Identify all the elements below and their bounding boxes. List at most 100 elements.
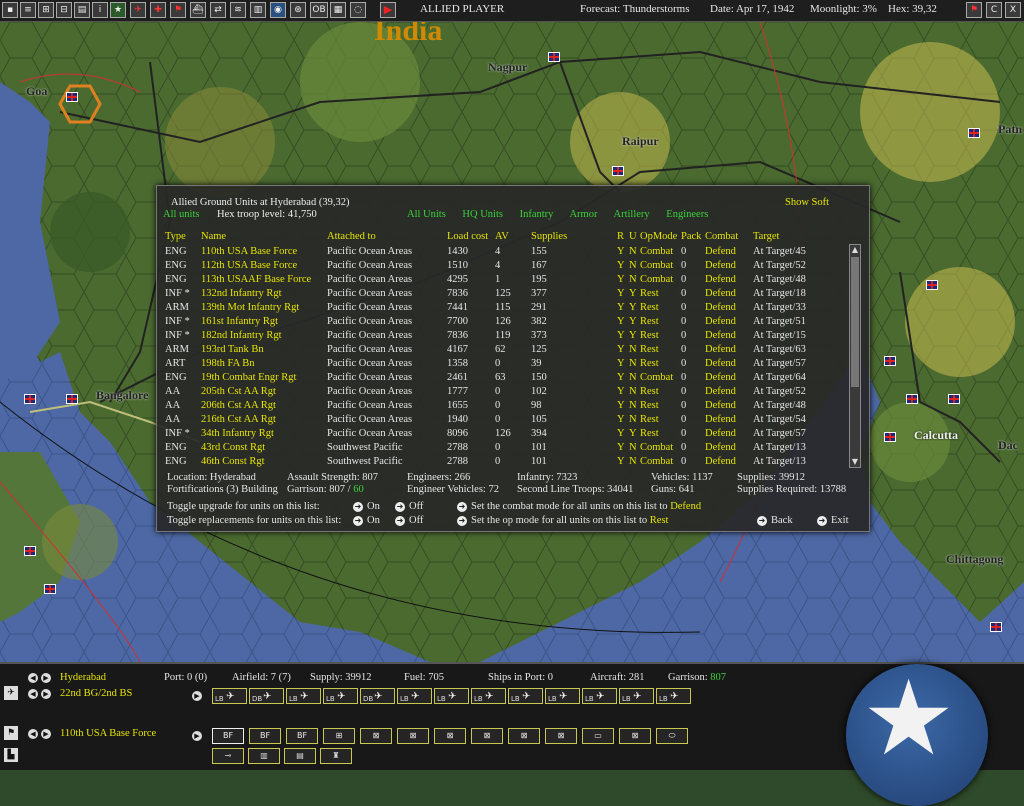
cell-name[interactable]: 216th Cst AA Rgt <box>201 414 276 425</box>
unit-type-slot-icon[interactable]: ⊠ <box>619 728 651 744</box>
header-name[interactable]: Name <box>201 231 226 242</box>
c-button[interactable]: C <box>986 2 1002 18</box>
aircraft-slot[interactable]: LB ✈ <box>545 688 580 704</box>
flag-icon[interactable]: ⚑ <box>966 2 982 18</box>
british-flag-icon[interactable] <box>884 432 896 442</box>
british-flag-icon[interactable] <box>66 92 78 102</box>
ship-icon[interactable]: ⛴ <box>190 2 206 18</box>
play-arrow-icon[interactable]: ▶ <box>192 691 202 701</box>
table-row[interactable]: ENG 46th Const Rgt Southwest Pacific 2788 0 1… <box>165 456 855 470</box>
replace-on-button[interactable]: ➜ On <box>353 515 380 526</box>
target-icon[interactable]: ⊛ <box>290 2 306 18</box>
cell-name[interactable]: 34th Infantry Rgt <box>201 428 274 439</box>
unit-type-slot-icon[interactable]: ▭ <box>582 728 614 744</box>
land-unit-nav[interactable]: ◀ ▶ <box>28 728 54 739</box>
header-av[interactable]: AV <box>495 231 509 242</box>
unit-type-slot-icon[interactable]: ⊞ <box>323 728 355 744</box>
aircraft-icon[interactable]: ✈ <box>130 2 146 18</box>
table-row[interactable]: AA 206th Cst AA Rgt Pacific Ocean Areas 165… <box>165 400 855 414</box>
cross-icon[interactable]: ✚ <box>150 2 166 18</box>
grid-icon[interactable]: ▦ <box>330 2 346 18</box>
globe-icon[interactable]: ◉ <box>270 2 286 18</box>
exit-button[interactable]: ➜ Exit <box>817 515 849 526</box>
end-turn-icon[interactable]: ▶ <box>380 2 396 18</box>
british-flag-icon[interactable] <box>44 584 56 594</box>
chat-icon[interactable]: ◌ <box>350 2 366 18</box>
header-supplies[interactable]: Supplies <box>531 231 567 242</box>
aircraft-slot[interactable]: LB ✈ <box>508 688 543 704</box>
convoy-icon[interactable]: ≋ <box>230 2 246 18</box>
next-arrow-icon[interactable]: ▶ <box>41 673 51 683</box>
land-unit-select[interactable]: ▶ <box>192 730 205 741</box>
land-unit-name[interactable]: 110th USA Base Force <box>60 728 156 739</box>
cell-name[interactable]: 198th FA Bn <box>201 358 254 369</box>
next-arrow-icon[interactable]: ▶ <box>41 689 51 699</box>
aircraft-slot[interactable]: LB ✈ <box>434 688 469 704</box>
aircraft-slot[interactable]: LB ✈ <box>471 688 506 704</box>
unit-type-slot-icon[interactable]: ⊠ <box>545 728 577 744</box>
info-icon[interactable]: i <box>92 2 108 18</box>
table-row[interactable]: ART 198th FA Bn Pacific Ocean Areas 1358 0 39… <box>165 358 855 372</box>
table-row[interactable]: INF * 161st Infantry Rgt Pacific Ocean Are… <box>165 316 855 330</box>
british-flag-icon[interactable] <box>548 52 560 62</box>
factory-icon[interactable]: ▥ <box>250 2 266 18</box>
table-row[interactable]: ARM 139th Mot Infantry Rgt Pacific Ocean A… <box>165 302 855 316</box>
air-unit-name[interactable]: 22nd BG/2nd BS <box>60 688 132 699</box>
british-flag-icon[interactable] <box>884 356 896 366</box>
route-icon[interactable]: ⇄ <box>210 2 226 18</box>
unit-type-slot-icon[interactable]: ⊠ <box>360 728 392 744</box>
filter-all-units[interactable]: All Units <box>407 209 446 220</box>
flag-list-icon[interactable]: ⚑ <box>4 726 18 740</box>
save-icon[interactable]: ▪ <box>2 2 18 18</box>
cell-name[interactable]: 43rd Const Rgt <box>201 442 265 453</box>
cell-name[interactable]: 205th Cst AA Rgt <box>201 386 276 397</box>
table-row[interactable]: AA 205th Cst AA Rgt Pacific Ocean Areas 177… <box>165 386 855 400</box>
list-icon[interactable]: ▤ <box>74 2 90 18</box>
cell-name[interactable]: 193rd Tank Bn <box>201 344 264 355</box>
cell-name[interactable]: 110th USA Base Force <box>201 246 297 257</box>
document-icon[interactable]: ≡ <box>20 2 36 18</box>
base-slot-icon[interactable]: ▥ <box>248 748 280 764</box>
unit-type-slot-icon[interactable]: ⊠ <box>434 728 466 744</box>
ob-button[interactable]: OB <box>310 2 328 18</box>
british-flag-icon[interactable] <box>66 394 78 404</box>
base-force-slot[interactable]: BF <box>286 728 318 744</box>
table-row[interactable]: ENG 43rd Const Rgt Southwest Pacific 2788 0 1… <box>165 442 855 456</box>
header-combat[interactable]: Combat <box>705 231 738 242</box>
next-arrow-icon[interactable]: ▶ <box>41 729 51 739</box>
aircraft-slot[interactable]: DB ✈ <box>360 688 395 704</box>
british-flag-icon[interactable] <box>24 394 36 404</box>
play-arrow-icon[interactable]: ▶ <box>192 731 202 741</box>
table-row[interactable]: INF * 182nd Infantry Rgt Pacific Ocean Are… <box>165 330 855 344</box>
star-icon[interactable]: ★ <box>110 2 126 18</box>
city-dacca[interactable]: Dac <box>998 438 1018 453</box>
air-unit-select[interactable]: ▶ <box>192 690 205 701</box>
british-flag-icon[interactable] <box>24 546 36 556</box>
city-raipur[interactable]: Raipur <box>622 134 659 149</box>
aircraft-list-icon[interactable]: ✈ <box>4 686 18 700</box>
table-row[interactable]: INF * 132nd Infantry Rgt Pacific Ocean Are… <box>165 288 855 302</box>
flag-icon[interactable]: ⚑ <box>170 2 186 18</box>
aircraft-slot[interactable]: LB ✈ <box>286 688 321 704</box>
unit-type-slot-icon[interactable]: ⊠ <box>508 728 540 744</box>
cell-name[interactable]: 206th Cst AA Rgt <box>201 400 276 411</box>
city-goa[interactable]: Goa <box>26 84 47 99</box>
city-calcutta[interactable]: Calcutta <box>914 428 958 443</box>
city-patna[interactable]: Patn <box>998 122 1022 137</box>
british-flag-icon[interactable] <box>968 128 980 138</box>
aircraft-slot[interactable]: LB ✈ <box>582 688 617 704</box>
unit-type-slot-icon[interactable]: ⊠ <box>471 728 503 744</box>
header-target[interactable]: Target <box>753 231 779 242</box>
city-nagpur[interactable]: Nagpur <box>488 60 527 75</box>
industry-slot-icon[interactable]: ▤ <box>284 748 316 764</box>
op-mode-value[interactable]: Rest <box>650 515 669 526</box>
header-r[interactable]: R <box>617 231 624 242</box>
cell-name[interactable]: 139th Mot Infantry Rgt <box>201 302 299 313</box>
table-row[interactable]: ENG 113th USAAF Base Force Pacific Ocean A… <box>165 274 855 288</box>
reports-icon[interactable]: ⊞ <box>38 2 54 18</box>
header-type[interactable]: Type <box>165 231 186 242</box>
cell-name[interactable]: 132nd Infantry Rgt <box>201 288 282 299</box>
header-load-cost[interactable]: Load cost <box>447 231 488 242</box>
close-button[interactable]: X <box>1005 2 1021 18</box>
prev-arrow-icon[interactable]: ◀ <box>28 689 38 699</box>
